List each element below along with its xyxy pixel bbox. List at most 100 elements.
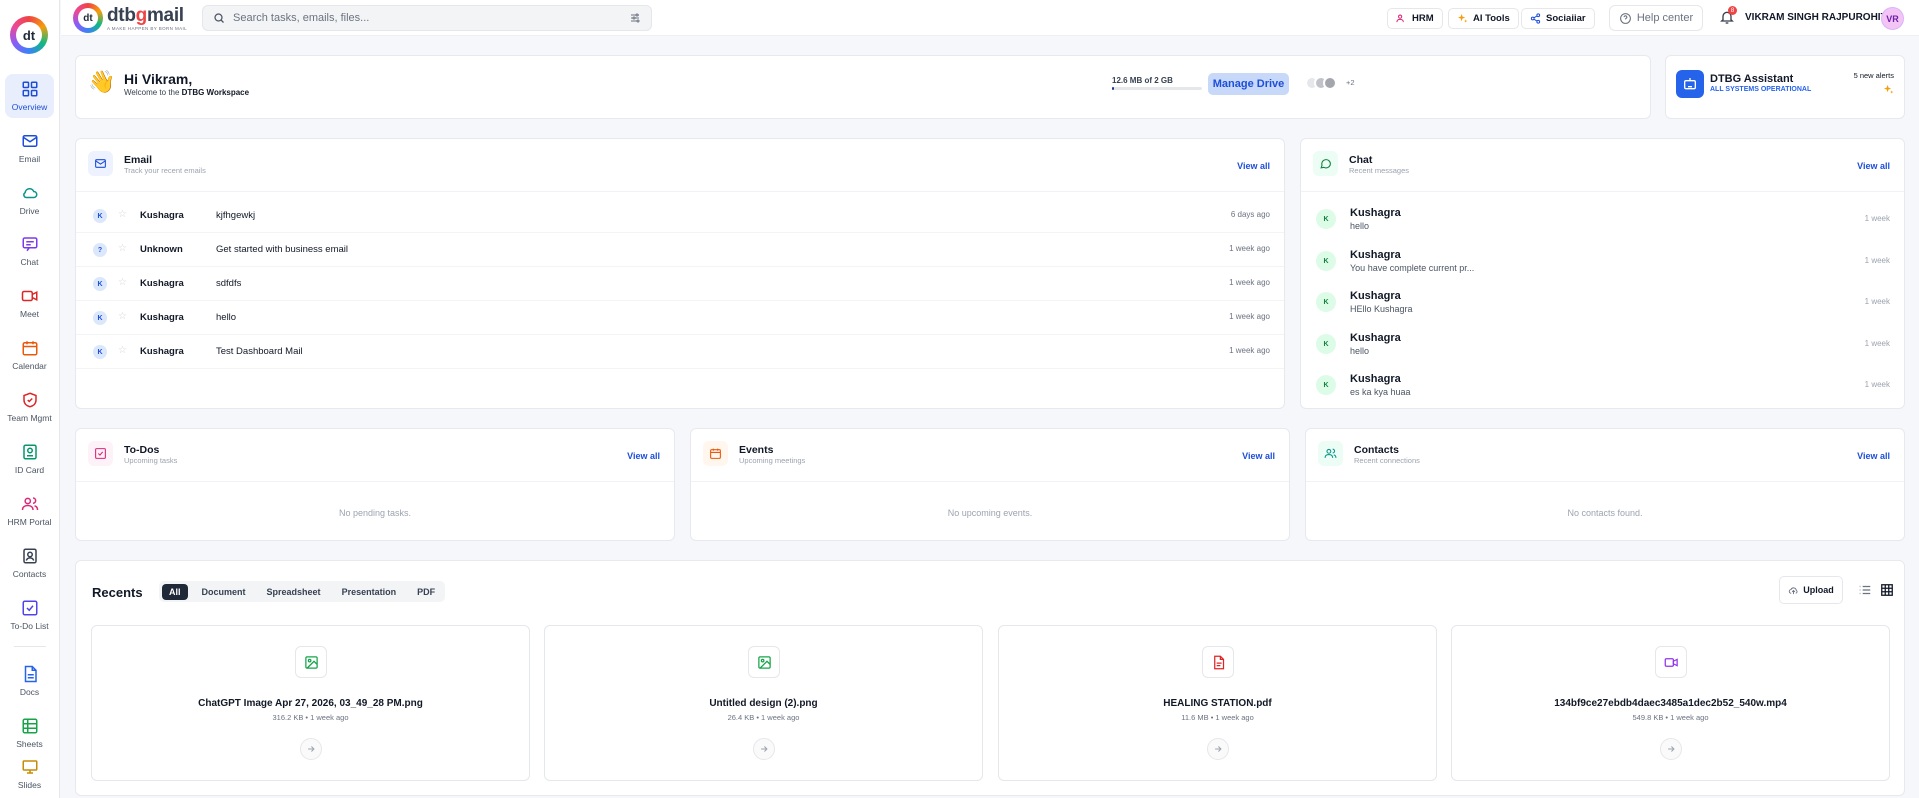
file-name: HEALING STATION.pdf: [1163, 698, 1272, 709]
mail-icon: [22, 135, 37, 147]
tab-presentation[interactable]: Presentation: [335, 584, 404, 600]
open-file-button[interactable]: [753, 738, 775, 760]
tab-document[interactable]: Document: [195, 584, 253, 600]
user-name[interactable]: VIKRAM SINGH RAJPUROHIT: [1745, 12, 1887, 23]
help-center-button[interactable]: Help center: [1609, 5, 1703, 31]
email-time: 1 week ago: [1229, 278, 1270, 287]
chat-row[interactable]: K Kushagra HEllo Kushagra 1 week: [1301, 279, 1904, 321]
email-title: Email: [124, 154, 153, 166]
calendar-icon: [703, 441, 728, 466]
tab-all[interactable]: All: [162, 583, 188, 600]
star-icon[interactable]: ☆: [118, 311, 127, 322]
shared-users-avatars[interactable]: [1305, 76, 1337, 90]
user-avatar[interactable]: VR: [1881, 7, 1904, 30]
todos-view-all-link[interactable]: View all: [627, 451, 660, 461]
email-row[interactable]: ? ☆ Unknown Get started with business em…: [76, 233, 1284, 267]
chat-row[interactable]: K Kushagra hello 1 week: [1301, 321, 1904, 363]
email-subject: kjfhgewkj: [216, 210, 256, 221]
id-card-icon: [22, 444, 37, 460]
file-card[interactable]: Untitled design (2).png 26.4 KB • 1 week…: [544, 625, 983, 781]
sidebar-item-label: Email: [18, 154, 41, 164]
email-subject: Test Dashboard Mail: [216, 346, 303, 357]
open-file-button[interactable]: [300, 738, 322, 760]
sidebar-item-docs[interactable]: Docs: [5, 659, 54, 703]
open-file-button[interactable]: [1207, 738, 1229, 760]
email-row[interactable]: K ☆ Kushagra Test Dashboard Mail 1 week …: [76, 335, 1284, 369]
chat-row[interactable]: K Kushagra es ka kya huaa 1 week: [1301, 362, 1904, 404]
assistant-card[interactable]: DTBG Assistant ALL SYSTEMS OPERATIONAL 5…: [1665, 55, 1905, 119]
alerts-count: 5 new alerts: [1853, 71, 1894, 80]
image-icon: [295, 646, 327, 678]
sidebar-item-meet[interactable]: Meet: [5, 281, 54, 325]
file-name: ChatGPT Image Apr 27, 2026, 03_49_28 PM.…: [198, 698, 423, 709]
file-card[interactable]: HEALING STATION.pdf 11.6 MB • 1 week ago: [998, 625, 1437, 781]
hrm-button[interactable]: HRM: [1387, 8, 1443, 29]
assistant-title: DTBG Assistant: [1710, 73, 1794, 85]
file-card[interactable]: 134bf9ce27ebdb4daec3485a1dec2b52_540w.mp…: [1451, 625, 1890, 781]
tab-spreadsheet[interactable]: Spreadsheet: [260, 584, 328, 600]
hrm-label: HRM: [1412, 13, 1434, 24]
star-icon[interactable]: ☆: [118, 345, 127, 356]
cloud-icon: [22, 187, 37, 199]
sidebar-item-slides[interactable]: Slides: [5, 752, 54, 796]
contacts-view-all-link[interactable]: View all: [1857, 451, 1890, 461]
file-meta: 26.4 KB • 1 week ago: [727, 713, 800, 722]
upload-button[interactable]: Upload: [1779, 576, 1843, 604]
events-subtitle: Upcoming meetings: [739, 456, 806, 465]
sidebar-item-team-mgmt[interactable]: Team Mgmt: [5, 385, 54, 429]
sidebar-item-todo-list[interactable]: To-Do List: [5, 593, 54, 637]
tab-pdf[interactable]: PDF: [410, 584, 442, 600]
chat-row[interactable]: K Kushagra You have complete current pr.…: [1301, 238, 1904, 280]
star-icon[interactable]: ☆: [118, 243, 127, 254]
events-view-all-link[interactable]: View all: [1242, 451, 1275, 461]
sidebar-item-chat[interactable]: Chat: [5, 229, 54, 273]
email-row[interactable]: K ☆ Kushagra kjfhgewkj 6 days ago: [76, 199, 1284, 233]
email-subject: Get started with business email: [216, 244, 349, 255]
chat-message: hello: [1350, 346, 1370, 356]
todos-subtitle: Upcoming tasks: [124, 456, 178, 465]
sidebar-item-email[interactable]: Email: [5, 126, 54, 170]
chat-avatar: K: [1316, 209, 1336, 229]
email-row[interactable]: K ☆ Kushagra hello 1 week ago: [76, 301, 1284, 335]
open-file-button[interactable]: [1660, 738, 1682, 760]
ai-tools-label: AI Tools: [1473, 13, 1510, 24]
manage-drive-button[interactable]: Manage Drive: [1208, 73, 1289, 95]
contacts-subtitle: Recent connections: [1354, 456, 1420, 465]
notifications-button[interactable]: 8: [1719, 6, 1737, 27]
star-icon[interactable]: ☆: [118, 277, 127, 288]
file-card[interactable]: ChatGPT Image Apr 27, 2026, 03_49_28 PM.…: [91, 625, 530, 781]
app-logo[interactable]: dt: [10, 16, 48, 54]
sidebar-item-contacts[interactable]: Contacts: [5, 541, 54, 585]
chat-name: Kushagra: [1350, 207, 1401, 219]
chat-view-all-link[interactable]: View all: [1857, 161, 1890, 171]
chat-row[interactable]: K Kushagra hello 1 week: [1301, 196, 1904, 238]
storage-progress-bar: [1112, 87, 1202, 90]
social-label: Sociaiiar: [1546, 13, 1586, 24]
sidebar-item-sheets[interactable]: Sheets: [5, 711, 54, 755]
chat-subtitle: Recent messages: [1349, 166, 1410, 175]
filter-icon[interactable]: [629, 12, 641, 24]
list-view-icon[interactable]: [1858, 583, 1872, 597]
search-bar[interactable]: [202, 5, 652, 31]
brand[interactable]: dt dtbgmail A MAKE HAPPEN BY BORN MAIL: [73, 3, 187, 33]
arrow-right-icon: [1668, 746, 1675, 752]
sender-avatar: K: [93, 277, 107, 291]
email-row[interactable]: K ☆ Kushagra sdfdfs 1 week ago: [76, 267, 1284, 301]
ai-tools-button[interactable]: AI Tools: [1448, 8, 1519, 29]
storage-usage: 12.6 MB of 2 GB: [1112, 76, 1173, 85]
sidebar-item-hrm-portal[interactable]: HRM Portal: [5, 489, 54, 533]
sidebar-item-label: HRM Portal: [7, 517, 52, 527]
sidebar-item-calendar[interactable]: Calendar: [5, 333, 54, 377]
sidebar-item-overview[interactable]: Overview: [5, 74, 54, 118]
social-button[interactable]: Sociaiiar: [1521, 8, 1595, 29]
sidebar-item-id-card[interactable]: ID Card: [5, 437, 54, 481]
grid-view-icon[interactable]: [1880, 583, 1894, 597]
email-time: 1 week ago: [1229, 346, 1270, 355]
search-input[interactable]: [233, 12, 629, 24]
todos-card: To-Dos Upcoming tasks View all No pendin…: [75, 428, 675, 541]
star-icon[interactable]: ☆: [118, 209, 127, 220]
email-view-all-link[interactable]: View all: [1237, 161, 1270, 171]
chat-time: 1 week: [1864, 214, 1890, 223]
sidebar-item-drive[interactable]: Drive: [5, 178, 54, 222]
help-center-label: Help center: [1636, 12, 1694, 24]
